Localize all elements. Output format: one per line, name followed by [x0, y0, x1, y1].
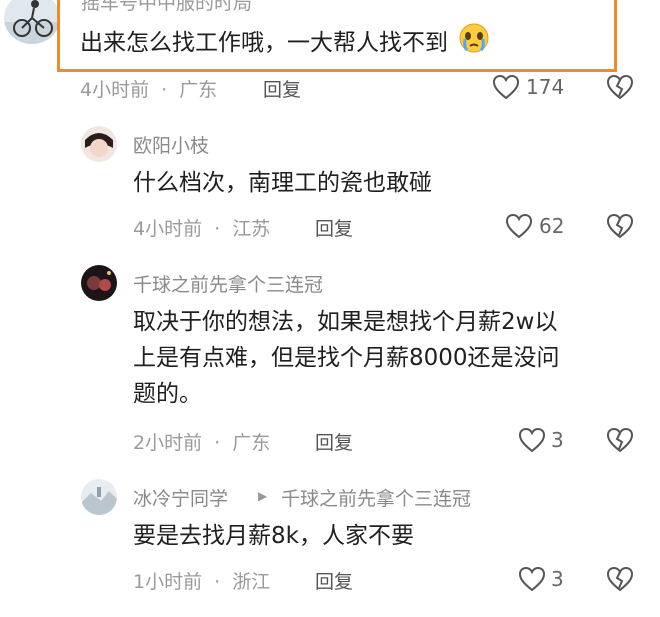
comment-meta: 4小时前 · 广东 — [80, 75, 217, 102]
like-count: 62 — [539, 214, 565, 238]
crying-face-icon — [457, 22, 491, 65]
comment-time: 4小时前 — [133, 218, 203, 240]
reply-to-name[interactable]: 千球之前先拿个三连冠 — [281, 484, 471, 511]
reply-button[interactable]: 回复 — [315, 567, 353, 594]
commenter-name[interactable]: 欧阳小枝 — [133, 131, 209, 158]
reply-button[interactable]: 回复 — [315, 428, 353, 455]
reply-button[interactable]: 回复 — [263, 75, 301, 102]
like-count: 3 — [551, 567, 564, 591]
avatar-comment-4[interactable] — [81, 479, 117, 515]
meta-separator: · — [214, 571, 221, 593]
avatar-comment-3[interactable] — [81, 265, 117, 301]
comment-text-line: 题的。 — [133, 381, 202, 407]
like-count: 3 — [551, 428, 564, 452]
comment-text-content: 出来怎么找工作哦，一大帮人找不到 — [80, 30, 448, 56]
comment-text: 要是去找月薪8k，人家不要 — [133, 523, 414, 549]
comment-location: 广东 — [232, 432, 271, 454]
heart-icon[interactable] — [518, 427, 546, 453]
comment-location: 广东 — [179, 79, 218, 101]
like-count: 174 — [526, 75, 565, 99]
reply-button[interactable]: 回复 — [315, 214, 353, 241]
broken-heart-icon[interactable] — [606, 427, 634, 453]
avatar-comment-2[interactable] — [81, 126, 117, 162]
comment-location: 江苏 — [232, 218, 271, 240]
comment-location: 浙江 — [232, 571, 271, 593]
comment-time: 1小时前 — [133, 571, 203, 593]
comment-text-line: 取决于你的想法，如果是想找个月薪2w以 — [133, 309, 558, 335]
broken-heart-icon[interactable] — [606, 566, 634, 592]
comment-text: 什么档次，南理工的瓷也敢碰 — [133, 170, 432, 196]
comment-meta: 1小时前 · 浙江 — [133, 567, 270, 594]
meta-separator: · — [214, 432, 221, 454]
reply-arrow-icon: ▶ — [258, 489, 268, 503]
comment-meta: 4小时前 · 江苏 — [133, 214, 270, 241]
heart-icon[interactable] — [518, 566, 546, 592]
broken-heart-icon[interactable] — [606, 213, 634, 239]
comment-meta: 2小时前 · 广东 — [133, 428, 270, 455]
comment-time: 4小时前 — [80, 79, 150, 101]
comment-text-line: 上是有点难，但是找个月薪8000还是没问 — [133, 345, 560, 371]
comment-time: 2小时前 — [133, 432, 203, 454]
heart-icon[interactable] — [492, 74, 520, 100]
comment-text: 取决于你的想法，如果是想找个月薪2w以 上是有点难，但是找个月薪8000还是没问… — [133, 304, 560, 412]
commenter-name[interactable]: 千球之前先拿个三连冠 — [133, 270, 323, 297]
avatar-comment-1[interactable] — [4, 0, 60, 44]
meta-separator: · — [214, 218, 221, 240]
meta-separator: · — [161, 79, 168, 101]
commenter-name[interactable]: 冰冷宁同学 — [133, 484, 228, 511]
heart-icon[interactable] — [505, 213, 533, 239]
broken-heart-icon[interactable] — [606, 74, 634, 100]
comment-text: 出来怎么找工作哦，一大帮人找不到 — [80, 22, 491, 65]
